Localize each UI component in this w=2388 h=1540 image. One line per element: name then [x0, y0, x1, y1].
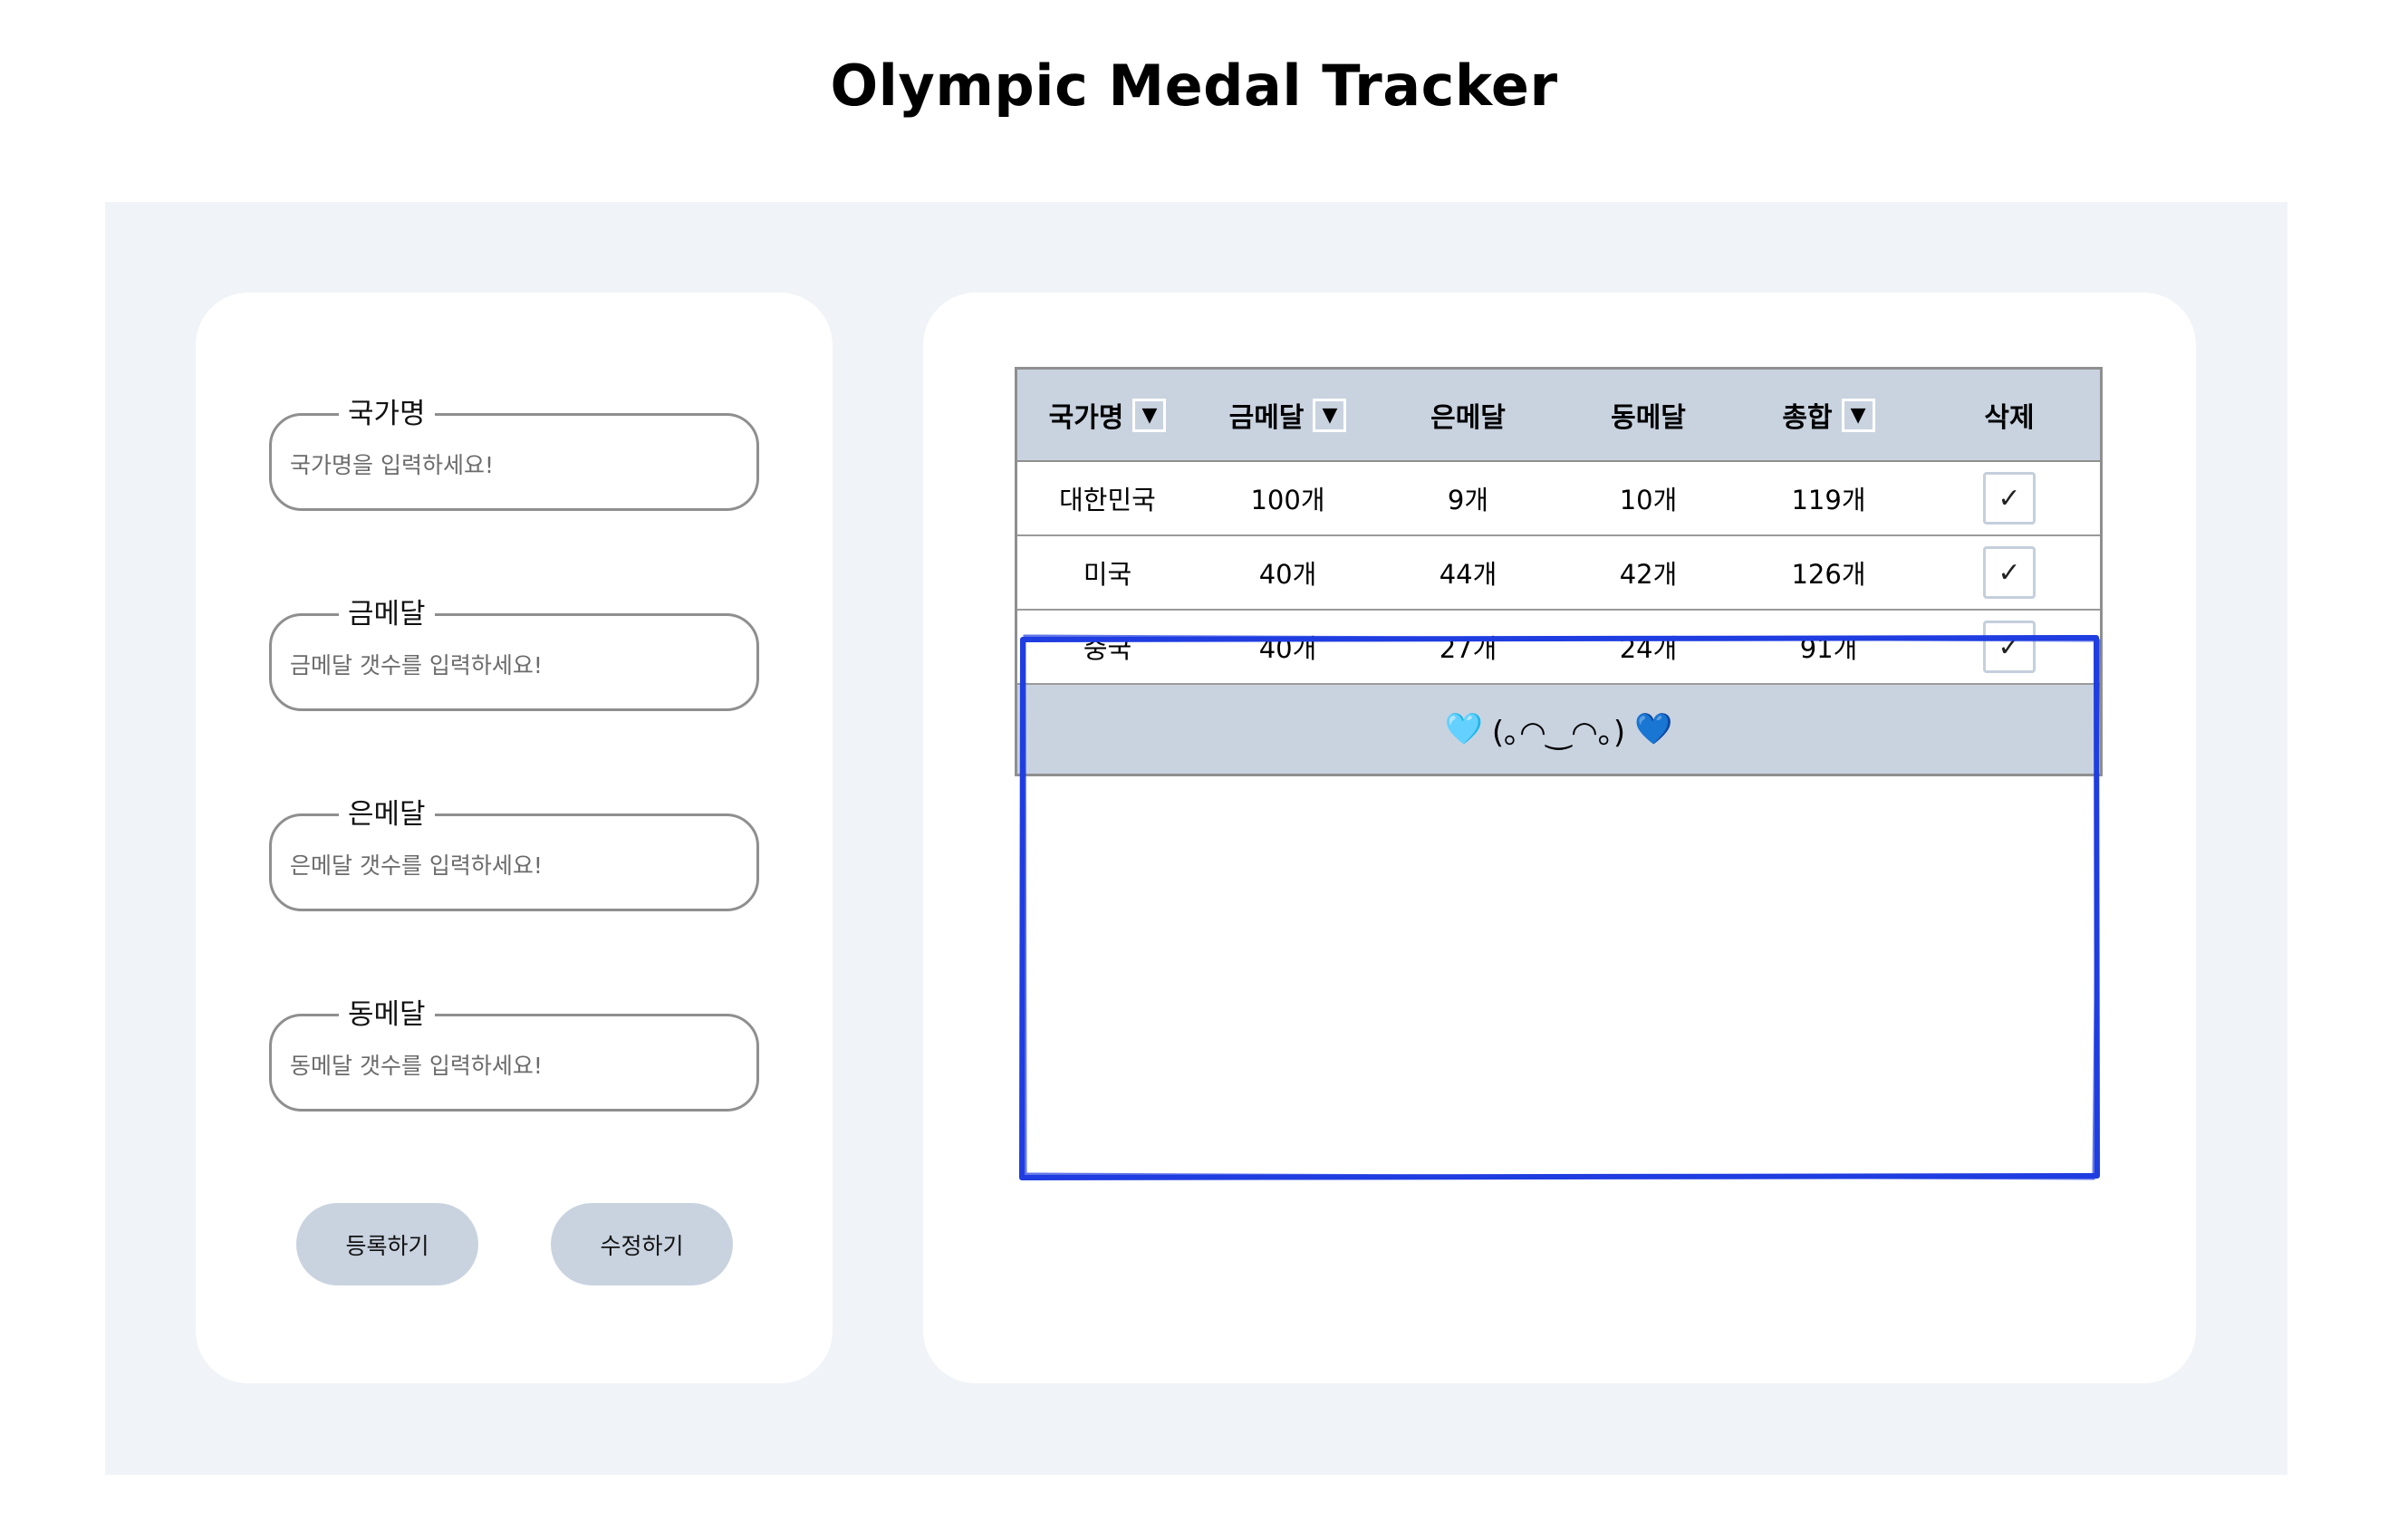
sort-gold-icon[interactable]: ▼: [1313, 398, 1347, 432]
cell-gold: 40개: [1258, 559, 1317, 590]
gold-field: 금메달: [269, 591, 759, 711]
edit-button[interactable]: 수정하기: [551, 1203, 733, 1285]
silver-field: 은메달: [269, 791, 759, 911]
country-input[interactable]: [290, 447, 738, 483]
gold-input[interactable]: [290, 647, 738, 683]
header-gold-label: 금메달: [1228, 402, 1305, 434]
medal-form-panel: 국가명 금메달 은메달 동메달 등록하기 수정하기: [196, 293, 833, 1383]
delete-checkbox[interactable]: ✓: [1983, 472, 2036, 525]
cell-total: 119개: [1791, 485, 1866, 515]
silver-label: 은메달: [339, 791, 435, 832]
cell-delete: ✓: [1919, 536, 2100, 609]
table-row: 대한민국 100개 9개 10개 119개 ✓: [1017, 462, 2100, 536]
cell-delete: ✓: [1919, 611, 2100, 683]
cell-total: 91개: [1799, 633, 1858, 664]
header-country-label: 국가명: [1048, 402, 1124, 434]
cell-country: 미국: [1083, 559, 1132, 590]
header-total: 총합 ▼: [1738, 370, 1919, 460]
header-gold: 금메달 ▼: [1198, 370, 1378, 460]
sort-country-icon[interactable]: ▼: [1132, 398, 1167, 432]
header-total-label: 총합: [1782, 402, 1833, 434]
main-container: 국가명 금메달 은메달 동메달 등록하기 수정하기 국가명 ▼ 금메달: [105, 202, 2287, 1475]
header-delete: 삭제: [1919, 370, 2100, 460]
cell-bronze: 10개: [1619, 485, 1678, 515]
gold-label: 금메달: [339, 591, 435, 631]
blue-heart-icon: 💙: [1634, 711, 1673, 747]
table-row: 중국 40개 27개 24개 91개 ✓: [1017, 611, 2100, 685]
header-country: 국가명 ▼: [1017, 370, 1198, 460]
light-blue-heart-icon: 🩵: [1444, 711, 1483, 747]
header-bronze-label: 동메달: [1611, 402, 1686, 434]
bronze-field: 동메달: [269, 991, 759, 1112]
cell-silver: 9개: [1447, 485, 1489, 515]
silver-input[interactable]: [290, 847, 738, 883]
country-label: 국가명: [339, 390, 435, 431]
bronze-input[interactable]: [290, 1047, 738, 1083]
header-silver-label: 은메달: [1430, 402, 1506, 434]
cell-country: 대한민국: [1059, 485, 1156, 515]
cell-bronze: 42개: [1619, 559, 1678, 590]
bronze-label: 동메달: [339, 991, 435, 1032]
cell-gold: 100개: [1250, 485, 1325, 515]
header-bronze: 동메달: [1558, 370, 1738, 460]
cell-bronze: 24개: [1619, 633, 1678, 664]
cell-country: 중국: [1083, 633, 1132, 664]
table-row: 미국 40개 44개 42개 126개 ✓: [1017, 536, 2100, 611]
delete-checkbox[interactable]: ✓: [1983, 546, 2036, 599]
table-header: 국가명 ▼ 금메달 ▼ 은메달 동메달 총합 ▼ 삭제: [1017, 370, 2100, 462]
delete-checkbox[interactable]: ✓: [1983, 621, 2036, 673]
cell-silver: 27개: [1439, 633, 1497, 664]
cell-gold: 40개: [1258, 633, 1317, 664]
cell-total: 126개: [1791, 559, 1866, 590]
country-field: 국가명: [269, 390, 759, 511]
medal-table-panel: 국가명 ▼ 금메달 ▼ 은메달 동메달 총합 ▼ 삭제 대한민국 100개 9개…: [923, 293, 2196, 1383]
page-title: Olympic Medal Tracker: [830, 53, 1558, 119]
cell-delete: ✓: [1919, 462, 2100, 534]
register-button[interactable]: 등록하기: [296, 1203, 478, 1285]
header-silver: 은메달: [1378, 370, 1558, 460]
footer-face: (｡◠‿◠｡): [1491, 714, 1626, 751]
table-footer: 🩵 (｡◠‿◠｡) 💙: [1017, 685, 2100, 774]
sort-total-icon[interactable]: ▼: [1841, 398, 1875, 432]
medal-table: 국가명 ▼ 금메달 ▼ 은메달 동메달 총합 ▼ 삭제 대한민국 100개 9개…: [1015, 367, 2103, 776]
header-delete-label: 삭제: [1984, 402, 2035, 434]
cell-silver: 44개: [1439, 559, 1497, 590]
